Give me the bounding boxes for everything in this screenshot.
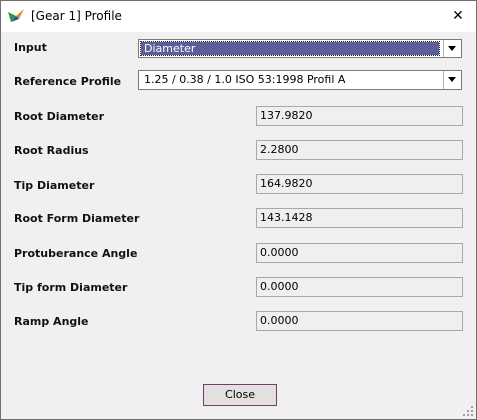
input-dropdown-value: Diameter xyxy=(140,41,440,56)
root-radius-field: 2.2800 xyxy=(256,140,463,160)
resize-grip-icon[interactable] xyxy=(462,405,474,417)
input-label: Input xyxy=(14,41,47,54)
root-diameter-label: Root Diameter xyxy=(14,110,105,123)
window-title: [Gear 1] Profile xyxy=(31,9,122,23)
ramp-angle-label: Ramp Angle xyxy=(14,315,89,328)
reference-profile-label: Reference Profile xyxy=(14,75,122,88)
root-form-diameter-label: Root Form Diameter xyxy=(14,212,140,225)
tip-diameter-field: 164.9820 xyxy=(256,174,463,194)
reference-profile-dropdown[interactable]: 1.25 / 0.38 / 1.0 ISO 53:1998 Profil A xyxy=(138,70,462,90)
profile-dialog: [Gear 1] Profile ✕ Input Diameter Refere… xyxy=(0,0,477,420)
ramp-angle-field: 0.0000 xyxy=(256,311,463,331)
chevron-down-icon[interactable] xyxy=(443,71,461,89)
chevron-down-icon[interactable] xyxy=(443,40,461,57)
protuberance-angle-field: 0.0000 xyxy=(256,243,463,263)
dialog-body: Input Diameter Reference Profile 1.25 / … xyxy=(1,32,476,419)
title-bar: [Gear 1] Profile ✕ xyxy=(1,1,476,32)
reference-profile-value: 1.25 / 0.38 / 1.0 ISO 53:1998 Profil A xyxy=(144,73,346,86)
close-button[interactable]: Close xyxy=(203,384,277,406)
input-dropdown[interactable]: Diameter xyxy=(138,39,462,58)
app-logo-icon xyxy=(8,9,24,22)
tip-form-diameter-label: Tip form Diameter xyxy=(14,281,128,294)
root-diameter-field: 137.9820 xyxy=(256,106,463,126)
root-radius-label: Root Radius xyxy=(14,144,89,157)
tip-form-diameter-field: 0.0000 xyxy=(256,277,463,297)
close-icon[interactable]: ✕ xyxy=(446,5,470,27)
protuberance-angle-label: Protuberance Angle xyxy=(14,247,138,260)
root-form-diameter-field: 143.1428 xyxy=(256,208,463,228)
tip-diameter-label: Tip Diameter xyxy=(14,179,95,192)
